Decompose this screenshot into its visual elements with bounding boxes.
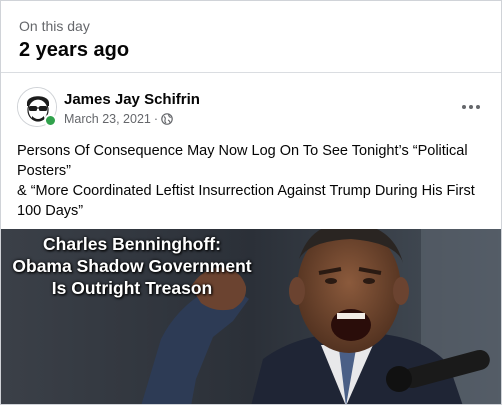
post-image[interactable]: Charles Benninghoff: Obama Shadow Govern… xyxy=(1,229,501,404)
post-header: James Jay Schifrin March 23, 2021 · xyxy=(17,87,487,131)
post-text-line: Persons Of Consequence May Now Log On To… xyxy=(17,143,468,179)
post-author[interactable]: James Jay Schifrin xyxy=(64,90,200,109)
caption-line: Obama Shadow Government xyxy=(12,256,252,276)
post-meta: March 23, 2021 · xyxy=(64,111,173,127)
memory-header: On this day 2 years ago xyxy=(1,1,501,73)
more-dot xyxy=(462,105,466,109)
memory-card: On this day 2 years ago James Jay Schifr… xyxy=(0,0,502,405)
more-dot xyxy=(476,105,480,109)
more-dot xyxy=(469,105,473,109)
meta-separator: · xyxy=(153,112,159,126)
more-options-icon[interactable] xyxy=(457,93,485,121)
post-date[interactable]: March 23, 2021 xyxy=(64,111,151,127)
globe-icon[interactable] xyxy=(161,113,173,125)
image-caption: Charles Benninghoff: Obama Shadow Govern… xyxy=(1,233,263,299)
post-text: Persons Of Consequence May Now Log On To… xyxy=(17,141,487,221)
post-text-line: & “More Coordinated Leftist Insurrection… xyxy=(17,183,475,219)
memory-kicker: On this day xyxy=(19,18,90,34)
caption-line: Is Outright Treason xyxy=(51,278,213,298)
caption-line: Charles Benninghoff: xyxy=(43,234,221,254)
memory-title: 2 years ago xyxy=(19,39,130,61)
online-status-dot xyxy=(44,114,57,127)
